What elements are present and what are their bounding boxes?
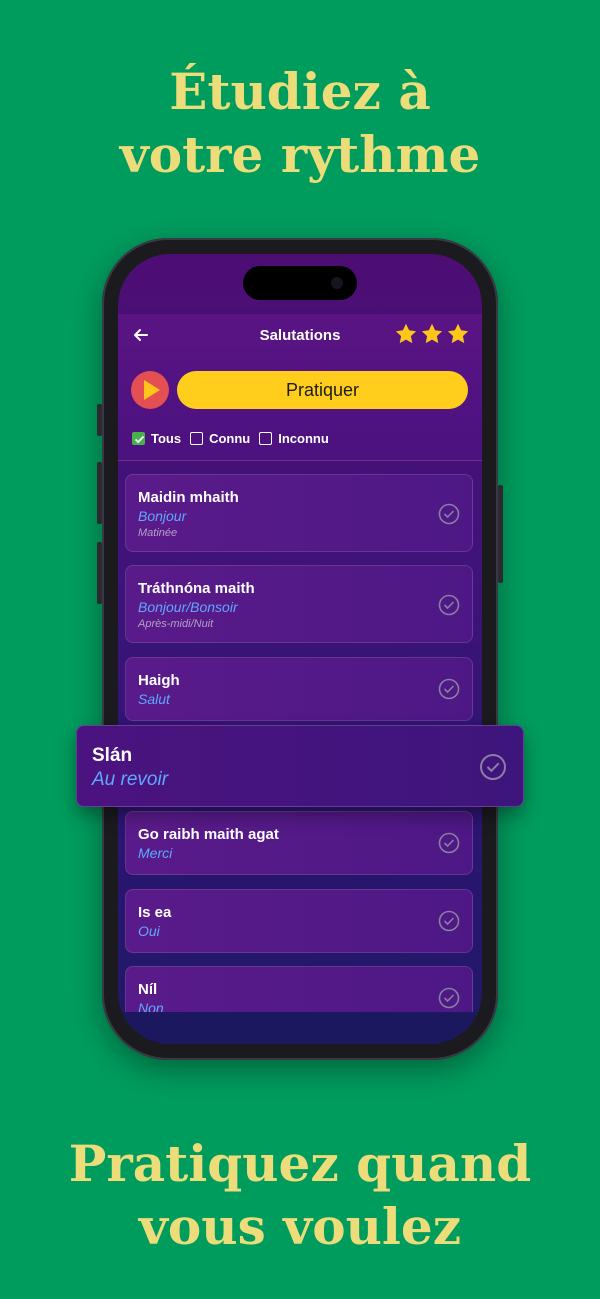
headline-top-line2: votre rythme	[119, 125, 481, 184]
phrase-french: Bonjour/Bonsoir	[138, 599, 238, 615]
check-circle-icon[interactable]	[438, 678, 460, 700]
phone-silent-switch	[97, 404, 102, 436]
phrase-card[interactable]: Tráthnóna maith Bonjour/Bonsoir Après-mi…	[125, 565, 473, 643]
check-circle-icon[interactable]	[438, 594, 460, 616]
filter-unknown[interactable]: Inconnu	[259, 431, 329, 446]
phrase-card[interactable]: Go raibh maith agat Merci	[125, 811, 473, 875]
phrase-french: Bonjour	[138, 508, 187, 524]
headline-top: Étudiez à votre rythme	[0, 60, 600, 186]
practice-button[interactable]: Pratiquer	[177, 371, 468, 409]
headline-top-line1: Étudiez à	[169, 62, 431, 121]
star-icon	[447, 323, 469, 344]
filter-all-checkbox[interactable]	[132, 432, 145, 445]
star-icon	[421, 323, 443, 344]
phrase-irish: Haigh	[138, 672, 180, 689]
phrase-hint: Après-midi/Nuit	[138, 618, 214, 630]
phrase-irish: Go raibh maith agat	[138, 826, 279, 843]
phrase-card[interactable]: Maidin mhaith Bonjour Matinée	[125, 474, 473, 552]
phone-volume-up	[97, 462, 102, 524]
phone-volume-down	[97, 542, 102, 604]
headline-bottom-line1: Pratiquez quand	[68, 1134, 532, 1193]
highlighted-phrase-irish: Slán	[92, 745, 133, 766]
filter-known-checkbox[interactable]	[190, 432, 204, 445]
phrase-hint: Matinée	[138, 527, 178, 539]
phrase-card[interactable]: Is ea Oui	[125, 889, 473, 953]
phrase-french: Merci	[138, 845, 173, 861]
highlighted-phrase-french: Au revoir	[92, 769, 169, 790]
highlighted-phrase-card[interactable]: Slán Au revoir	[76, 725, 524, 807]
filter-unknown-checkbox[interactable]	[259, 432, 273, 445]
bottom-bar	[118, 1012, 482, 1044]
dynamic-island	[243, 266, 357, 300]
check-circle-icon[interactable]	[438, 987, 460, 1009]
play-button[interactable]	[131, 371, 169, 409]
camera-icon	[331, 277, 343, 289]
phrase-irish: Maidin mhaith	[138, 489, 239, 506]
filter-all-label: Tous	[151, 431, 182, 446]
filter-unknown-label: Inconnu	[278, 431, 329, 446]
rating-stars	[394, 322, 470, 346]
phone-power-button	[498, 485, 503, 583]
star-icon	[395, 323, 417, 344]
filter-all[interactable]: Tous	[132, 431, 181, 446]
check-icon	[134, 435, 145, 444]
phrase-irish: Níl	[138, 981, 158, 998]
phrase-french: Salut	[138, 691, 170, 707]
headline-bottom: Pratiquez quand vous voulez	[0, 1132, 600, 1258]
filter-known[interactable]: Connu	[190, 431, 250, 446]
check-circle-icon[interactable]	[438, 910, 460, 932]
app-header: Salutations Pratiquer Tous Connu Inconnu	[118, 314, 482, 461]
check-circle-icon[interactable]	[438, 503, 460, 525]
play-icon	[144, 380, 160, 400]
filter-group: Tous Connu Inconnu	[132, 431, 338, 446]
headline-bottom-line2: vous voulez	[138, 1197, 462, 1256]
phone-screen: Salutations Pratiquer Tous Connu Inconnu…	[118, 254, 482, 1044]
phrase-irish: Is ea	[138, 904, 172, 921]
phrase-irish: Tráthnóna maith	[138, 580, 255, 597]
filter-known-label: Connu	[209, 431, 251, 446]
check-circle-icon[interactable]	[479, 753, 507, 781]
phrase-card[interactable]: Haigh Salut	[125, 657, 473, 721]
phrase-french: Oui	[138, 923, 160, 939]
check-circle-icon[interactable]	[438, 832, 460, 854]
